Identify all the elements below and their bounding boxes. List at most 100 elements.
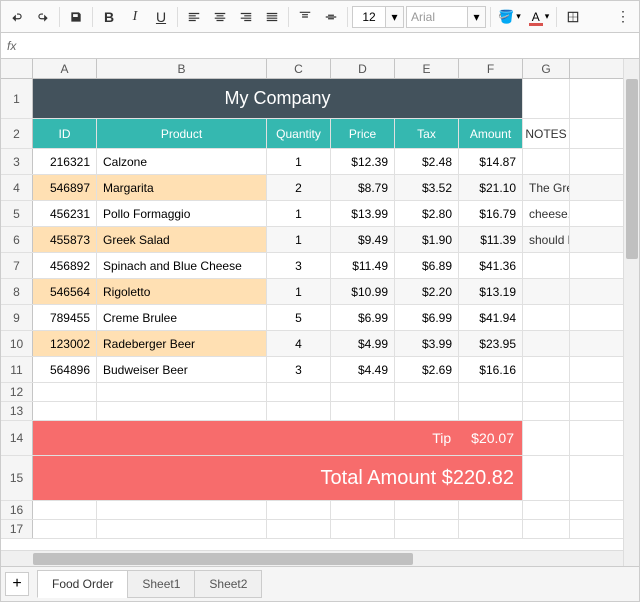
cell-qty[interactable]: 3: [267, 357, 331, 382]
cell-price[interactable]: $8.79: [331, 175, 395, 200]
row-header-8[interactable]: 8: [1, 279, 33, 304]
cell[interactable]: [331, 383, 395, 401]
cell[interactable]: [459, 402, 523, 420]
cell-price[interactable]: $4.49: [331, 357, 395, 382]
font-size-field[interactable]: [353, 7, 385, 27]
cell-amount[interactable]: $16.16: [459, 357, 523, 382]
align-center-button[interactable]: [208, 5, 232, 29]
row-header-6[interactable]: 6: [1, 227, 33, 252]
cell-price[interactable]: $10.99: [331, 279, 395, 304]
bold-button[interactable]: B: [97, 5, 121, 29]
save-button[interactable]: [64, 5, 88, 29]
cell[interactable]: [267, 383, 331, 401]
cell[interactable]: [395, 501, 459, 519]
cell-note[interactable]: [523, 357, 570, 382]
cell-id[interactable]: 546897: [33, 175, 97, 200]
row-header-17[interactable]: 17: [1, 520, 33, 538]
col-header-A[interactable]: A: [33, 59, 97, 78]
row-header-10[interactable]: 10: [1, 331, 33, 356]
cell-price[interactable]: $4.99: [331, 331, 395, 356]
header-amount[interactable]: Amount: [459, 119, 523, 148]
cell[interactable]: [523, 402, 570, 420]
align-right-button[interactable]: [234, 5, 258, 29]
cell-tax[interactable]: $6.99: [395, 305, 459, 330]
cell[interactable]: [395, 520, 459, 538]
col-header-D[interactable]: D: [331, 59, 395, 78]
cell-product[interactable]: Spinach and Blue Cheese: [97, 253, 267, 278]
header-product[interactable]: Product: [97, 119, 267, 148]
cell-amount[interactable]: $41.94: [459, 305, 523, 330]
col-header-B[interactable]: B: [97, 59, 267, 78]
cell[interactable]: [331, 520, 395, 538]
cell-amount[interactable]: $11.39: [459, 227, 523, 252]
font-name-dropdown[interactable]: ▾: [467, 7, 485, 27]
cell[interactable]: [97, 501, 267, 519]
title-cell[interactable]: My Company: [33, 79, 523, 118]
cell[interactable]: [97, 383, 267, 401]
cell-tax[interactable]: $3.99: [395, 331, 459, 356]
cell[interactable]: [33, 501, 97, 519]
cell-price[interactable]: $13.99: [331, 201, 395, 226]
cell-tax[interactable]: $6.89: [395, 253, 459, 278]
underline-button[interactable]: U: [149, 5, 173, 29]
cell[interactable]: [523, 501, 570, 519]
header-price[interactable]: Price: [331, 119, 395, 148]
fill-color-button[interactable]: 🪣 ▾: [495, 6, 524, 28]
cell-product[interactable]: Radeberger Beer: [97, 331, 267, 356]
cell[interactable]: [523, 421, 570, 455]
formula-input[interactable]: [24, 33, 633, 58]
cell-tax[interactable]: $2.48: [395, 149, 459, 174]
cell[interactable]: [97, 402, 267, 420]
row-header-5[interactable]: 5: [1, 201, 33, 226]
cell[interactable]: [523, 383, 570, 401]
cell[interactable]: [395, 402, 459, 420]
cell-amount[interactable]: $23.95: [459, 331, 523, 356]
vertical-scrollbar[interactable]: [623, 59, 639, 566]
header-tax[interactable]: Tax: [395, 119, 459, 148]
cell-product[interactable]: Pollo Formaggio: [97, 201, 267, 226]
cell-amount[interactable]: $16.79: [459, 201, 523, 226]
cell-note[interactable]: The Greek S: [523, 175, 570, 200]
cell-note[interactable]: [523, 149, 570, 174]
cell-id[interactable]: 546564: [33, 279, 97, 304]
cell[interactable]: [523, 79, 570, 118]
align-justify-button[interactable]: [260, 5, 284, 29]
cell-amount[interactable]: $41.36: [459, 253, 523, 278]
toolbar-overflow-button[interactable]: ⋮: [611, 5, 635, 29]
cell[interactable]: [395, 383, 459, 401]
header-qty[interactable]: Quantity: [267, 119, 331, 148]
row-header-14[interactable]: 14: [1, 421, 33, 455]
borders-button[interactable]: [561, 5, 585, 29]
row-header-11[interactable]: 11: [1, 357, 33, 382]
italic-button[interactable]: I: [123, 5, 147, 29]
sheet-tab-food-order[interactable]: Food Order: [37, 570, 128, 598]
cell-amount[interactable]: $21.10: [459, 175, 523, 200]
cell-qty[interactable]: 1: [267, 149, 331, 174]
font-size-dropdown[interactable]: ▾: [385, 7, 403, 27]
cell[interactable]: [459, 520, 523, 538]
row-header-4[interactable]: 4: [1, 175, 33, 200]
font-name-field[interactable]: [407, 7, 467, 27]
cell[interactable]: [331, 402, 395, 420]
cell[interactable]: [33, 520, 97, 538]
cell-id[interactable]: 216321: [33, 149, 97, 174]
cell-note[interactable]: cheese. One: [523, 201, 570, 226]
cell-price[interactable]: $11.49: [331, 253, 395, 278]
cell[interactable]: [97, 520, 267, 538]
row-header-7[interactable]: 7: [1, 253, 33, 278]
cell-product[interactable]: Rigoletto: [97, 279, 267, 304]
horizontal-scroll-thumb[interactable]: [33, 553, 413, 565]
sheet-tab-sheet2[interactable]: Sheet2: [194, 570, 262, 598]
cell[interactable]: [33, 383, 97, 401]
cell-qty[interactable]: 4: [267, 331, 331, 356]
cell-id[interactable]: 455873: [33, 227, 97, 252]
cell-tax[interactable]: $3.52: [395, 175, 459, 200]
col-header-E[interactable]: E: [395, 59, 459, 78]
row-header-9[interactable]: 9: [1, 305, 33, 330]
cell[interactable]: [267, 501, 331, 519]
text-color-button[interactable]: A ▾: [526, 6, 553, 28]
cell-qty[interactable]: 1: [267, 279, 331, 304]
cell-product[interactable]: Calzone: [97, 149, 267, 174]
cell-product[interactable]: Creme Brulee: [97, 305, 267, 330]
cell[interactable]: [459, 501, 523, 519]
